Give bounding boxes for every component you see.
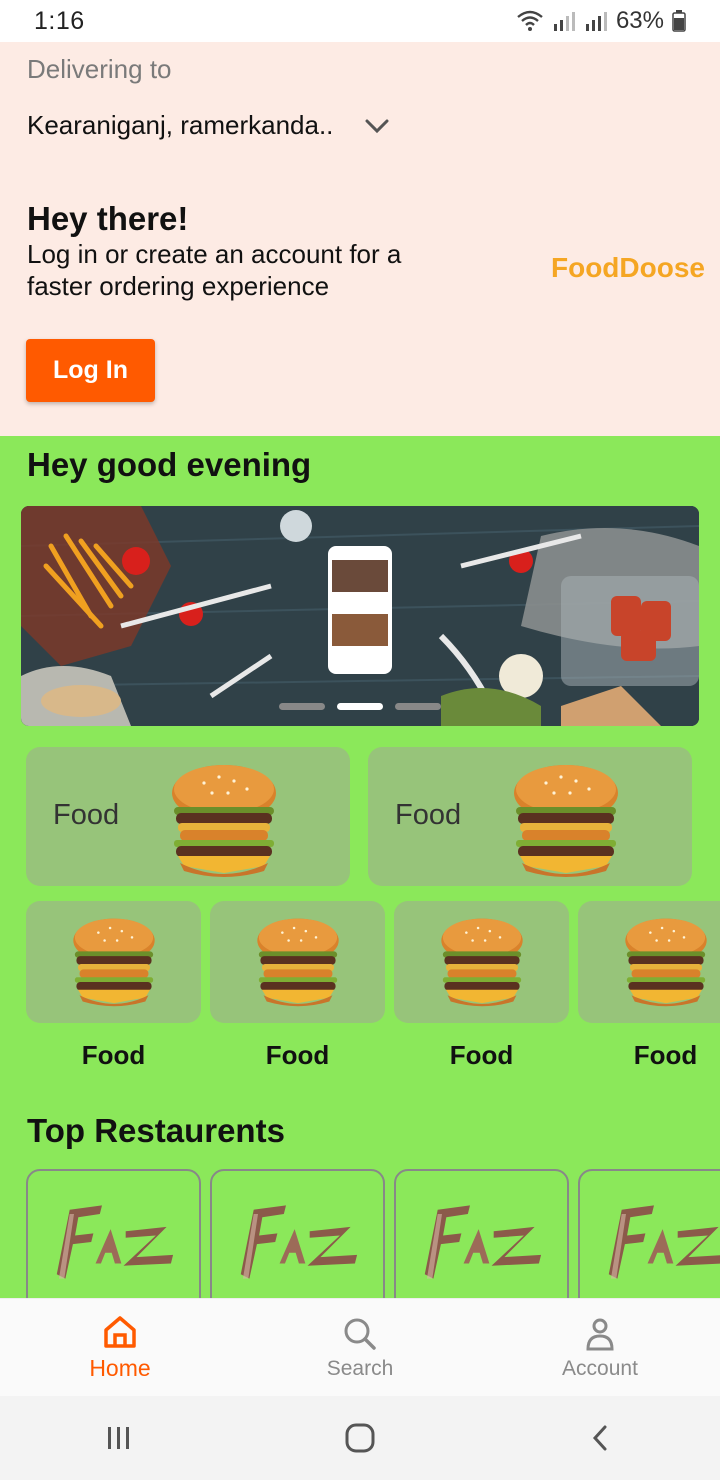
category-label: Food — [633, 1040, 698, 1070]
nav-search-label: Search — [326, 1356, 394, 1380]
category-label: Food — [53, 799, 120, 831]
category-card-small[interactable] — [394, 901, 569, 1023]
pagination-dot[interactable] — [395, 703, 441, 710]
nav-account[interactable]: Account — [480, 1299, 720, 1396]
banner-pagination — [21, 703, 699, 710]
address-text: Kearaniganj, ramerkanda.. — [27, 110, 334, 140]
restaurant-card[interactable] — [210, 1169, 385, 1298]
burger-icon — [172, 765, 276, 877]
category-card-small[interactable] — [210, 901, 385, 1023]
category-card-large[interactable]: Food — [26, 747, 350, 886]
battery-icon — [672, 10, 686, 32]
restaurant-card[interactable] — [578, 1169, 720, 1298]
wifi-icon — [516, 10, 544, 32]
account-icon — [586, 1318, 614, 1350]
burger-icon — [441, 918, 523, 1007]
header-section: Delivering to Kearaniganj, ramerkanda.. … — [0, 42, 720, 436]
restaurant-card[interactable] — [26, 1169, 201, 1298]
burger-icon — [73, 918, 155, 1007]
faz-logo — [56, 1205, 174, 1279]
restaurant-card[interactable] — [394, 1169, 569, 1298]
category-label: Food — [81, 1040, 146, 1070]
bottom-navigation: Home Search Account — [0, 1298, 720, 1396]
faz-logo — [240, 1205, 358, 1279]
login-button[interactable]: Log In — [26, 339, 155, 402]
battery-percent: 63% — [615, 7, 664, 34]
pagination-dot-active[interactable] — [337, 703, 383, 710]
main-content: Hey good evening Food Food Food Food Foo… — [0, 436, 720, 1298]
signal-icon — [552, 10, 576, 32]
status-icons: 63% — [516, 7, 686, 35]
system-navigation-bar — [0, 1396, 720, 1480]
faz-logo — [424, 1205, 542, 1279]
brand-logo: FoodDoose — [551, 252, 705, 283]
category-card-large[interactable]: Food — [368, 747, 692, 886]
evening-greeting: Hey good evening — [27, 446, 312, 483]
home-icon — [104, 1316, 136, 1348]
back-icon[interactable] — [586, 1423, 616, 1453]
nav-account-label: Account — [562, 1356, 638, 1380]
pagination-dot[interactable] — [279, 703, 325, 710]
burger-icon — [257, 918, 339, 1007]
nav-home[interactable]: Home — [0, 1299, 240, 1396]
category-label: Food — [265, 1040, 330, 1070]
delivering-label: Delivering to — [27, 54, 172, 84]
greeting-subtitle: Log in or create an account for a faster… — [27, 239, 402, 301]
category-label: Food — [395, 799, 462, 831]
nav-home-label: Home — [89, 1355, 151, 1381]
category-label: Food — [449, 1040, 514, 1070]
faz-logo — [608, 1205, 720, 1279]
greeting-title: Hey there! — [27, 200, 189, 237]
recent-apps-icon[interactable] — [104, 1423, 134, 1453]
address-selector[interactable]: Kearaniganj, ramerkanda.. — [27, 110, 391, 141]
burger-icon — [625, 918, 707, 1007]
home-button-icon[interactable] — [343, 1421, 377, 1455]
signal-icon-2 — [584, 10, 608, 32]
top-restaurants-title: Top Restaurents — [27, 1112, 285, 1149]
status-time: 1:16 — [34, 6, 85, 35]
status-bar: 1:16 63% — [0, 0, 720, 42]
banner-image — [21, 506, 699, 726]
burger-icon — [514, 765, 618, 877]
chevron-down-icon — [365, 119, 389, 133]
category-card-small[interactable] — [578, 901, 720, 1023]
search-icon — [344, 1318, 376, 1350]
promo-banner[interactable] — [21, 506, 699, 726]
nav-search[interactable]: Search — [240, 1299, 480, 1396]
category-card-small[interactable] — [26, 901, 201, 1023]
